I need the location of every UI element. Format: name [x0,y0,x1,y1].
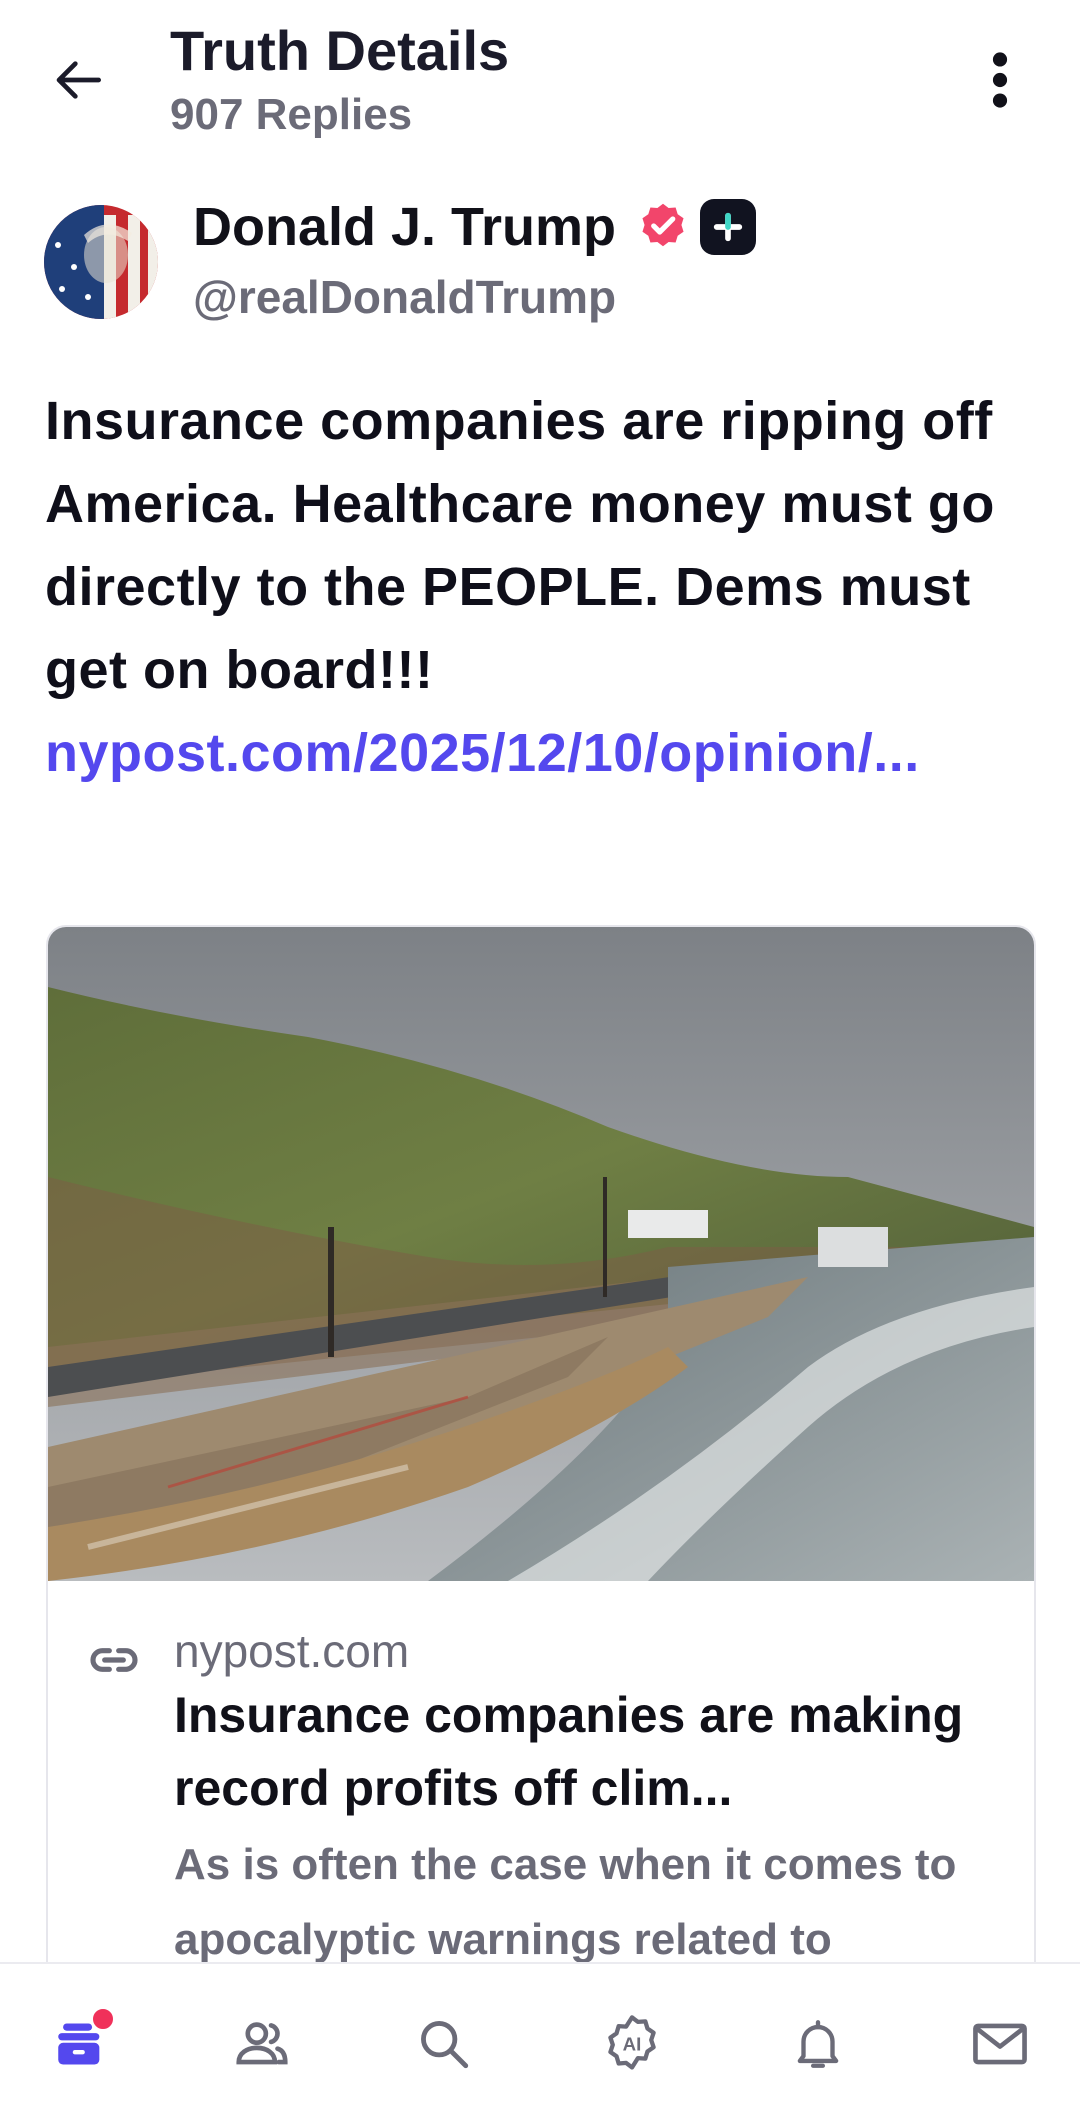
plus-badge-icon [700,199,756,255]
avatar[interactable] [44,205,158,319]
users-icon [236,2022,288,2065]
card-title: Insurance companies are making record pr… [174,1687,964,1816]
truth-details-screen: Truth Details 907 Replies Donald J. Trum… [0,0,1080,2121]
notification-badge [90,2006,116,2032]
post-text: Insurance companies are ripping off Amer… [45,391,995,700]
author-handle[interactable]: @realDonaldTrump [193,270,616,324]
article-preview-image [48,927,1034,1581]
search-icon [421,2021,469,2069]
ai-label: AI [623,2034,642,2055]
link-icon [90,1648,138,1672]
kebab-menu-icon [992,52,1008,108]
ai-badge-icon: AI [608,2015,656,2070]
replies-count: 907 Replies [170,90,413,139]
top-header: Truth Details 907 Replies [0,0,1080,170]
back-button[interactable] [40,40,120,120]
verified-badge-icon [642,203,684,247]
author-name[interactable]: Donald J. Trump [193,196,616,258]
more-options-button[interactable] [960,40,1040,120]
bell-icon [797,2020,839,2068]
nav-messages[interactable] [960,2004,1040,2084]
card-domain: nypost.com [174,1625,410,1677]
bottom-navigation: AI [0,1962,1080,2121]
nav-home[interactable] [40,2004,120,2084]
nav-notifications[interactable] [778,2004,858,2084]
link-preview-card[interactable]: nypost.com Insurance companies are makin… [46,925,1036,2121]
nav-ai[interactable]: AI [592,2004,672,2084]
post-link[interactable]: nypost.com/2025/12/10/opinion/... [45,712,945,795]
mail-icon [973,2023,1027,2065]
arrow-left-icon [56,61,101,99]
card-description: As is often the case when it comes to ap… [174,1840,957,1964]
page-title: Truth Details [170,19,510,82]
nav-search[interactable] [404,2004,484,2084]
post-body: Insurance companies are ripping off Amer… [45,380,1045,795]
avatar-image [44,205,158,319]
nav-groups[interactable] [222,2004,302,2084]
